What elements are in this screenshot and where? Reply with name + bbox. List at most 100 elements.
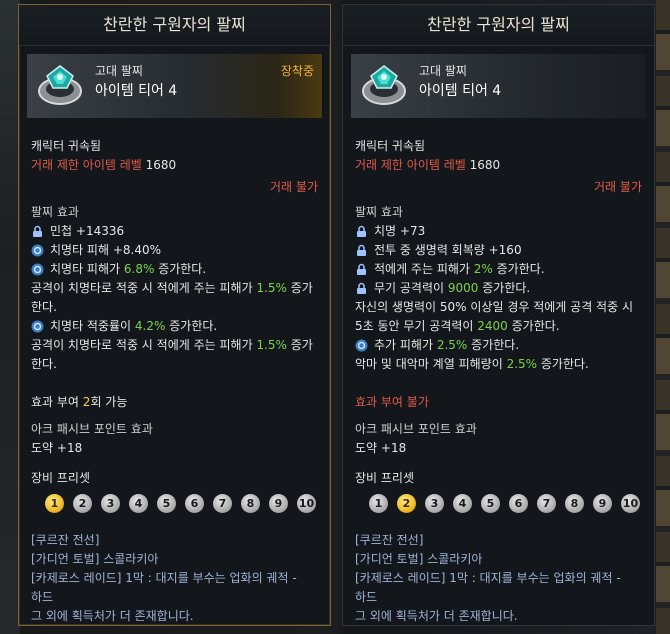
reroll-icon — [355, 339, 368, 352]
reroll-icon — [31, 320, 44, 333]
preset-button-4[interactable]: 4 — [453, 494, 472, 513]
effect-text: 전투 중 생명력 회복량 +160 — [374, 243, 522, 257]
effect-desc: 공격이 치명타로 적중 시 적에게 주는 피해가 1.5% 증가 — [31, 281, 313, 295]
preset-button-2[interactable]: 2 — [397, 494, 416, 513]
preset-title: 장비 프리셋 — [31, 471, 91, 485]
source-item: 하드 — [31, 590, 54, 604]
lock-icon — [357, 263, 366, 275]
preset-button-8[interactable]: 8 — [565, 494, 584, 513]
preset-button-2[interactable]: 2 — [73, 494, 92, 513]
bound-text: 캐릭터 귀속됨 — [31, 139, 102, 153]
lock-icon — [33, 225, 42, 237]
preset-button-3[interactable]: 3 — [101, 494, 120, 513]
reroll-icon — [31, 263, 44, 276]
equipment-preset: 장비 프리셋 1 2 3 4 5 6 7 8 9 10 — [31, 469, 318, 513]
effect-desc-cont: 한다. — [31, 300, 57, 314]
effect-line: 민첩 +14336 — [31, 222, 318, 241]
preset-button-1[interactable]: 1 — [45, 494, 64, 513]
bracelet-icon — [362, 65, 406, 105]
effect-desc: 자신의 생명력이 50% 이상일 경우 적에게 공격 적중 시 — [355, 300, 633, 314]
tooltip-equipped-bracelet: 찬란한 구원자의 팔찌 고대 팔찌 아이템 티어 4 장착중 캐릭터 귀속됨 거… — [18, 4, 331, 626]
trade-level-label: 거래 제한 아이템 레벨 — [31, 158, 142, 172]
effect-text: 추가 피해가 2.5% 증가한다. — [374, 338, 520, 352]
effect-line: 적에게 주는 피해가 2% 증가한다. — [355, 260, 642, 279]
item-grade: 고대 팔찌 — [95, 64, 143, 78]
preset-button-8[interactable]: 8 — [241, 494, 260, 513]
tooltip-compare-bracelet: 찬란한 구원자의 팔찌 고대 팔찌 아이템 티어 4 캐릭터 귀속됨 거래 제한… — [342, 4, 655, 626]
ark-passive: 아크 패시브 포인트 효과 도약 +18 — [31, 420, 318, 458]
preset-button-7[interactable]: 7 — [537, 494, 556, 513]
source-item: [가디언 토벌] 스콜라키아 — [355, 552, 483, 566]
effect-line: 치명타 피해 +8.40% — [31, 241, 318, 260]
preset-button-5[interactable]: 5 — [157, 494, 176, 513]
effect-desc-cont: 한다. — [31, 357, 57, 371]
effect-line: 전투 중 생명력 회복량 +160 — [355, 241, 642, 260]
preset-button-7[interactable]: 7 — [213, 494, 232, 513]
item-tier: 아이템 티어 4 — [419, 83, 502, 99]
item-tier: 아이템 티어 4 — [95, 83, 178, 99]
preset-button-3[interactable]: 3 — [425, 494, 444, 513]
source-item: 하드 — [355, 590, 378, 604]
preset-title: 장비 프리셋 — [355, 471, 415, 485]
bracelet-effects: 팔찌 효과 민첩 +14336 치명타 피해 +8.40% 치명타 피해가 6.… — [31, 203, 318, 374]
item-title: 찬란한 구원자의 팔찌 — [343, 5, 654, 46]
effect-desc: 악마 및 대악마 계열 피해량이 2.5% 증가한다. — [355, 357, 589, 371]
effect-text: 치명타 피해가 6.8% 증가한다. — [50, 262, 207, 276]
effect-text: 치명타 피해 +8.40% — [50, 243, 162, 257]
trade-level-value: 1680 — [469, 158, 501, 172]
preset-button-4[interactable]: 4 — [129, 494, 148, 513]
source-item: [쿠르잔 전선] — [355, 533, 424, 547]
item-title: 찬란한 구원자의 팔찌 — [19, 5, 330, 46]
source-item: [가디언 토벌] 스콜라키아 — [31, 552, 159, 566]
ark-value: 도약 +18 — [355, 441, 407, 455]
ark-value: 도약 +18 — [31, 441, 83, 455]
reroll-icon — [31, 244, 44, 257]
source-item: [카제로스 레이드] 1막 : 대지를 부수는 업화의 궤적 - — [355, 571, 621, 585]
acquisition-sources: [쿠르잔 전선] [가디언 토벌] 스콜라키아 [카제로스 레이드] 1막 : … — [31, 531, 318, 626]
source-item: 그 외에 획득처가 더 존재합니다. — [355, 609, 518, 623]
effect-desc: 공격이 치명타로 적중 시 적에게 주는 피해가 1.5% 증가 — [31, 338, 313, 352]
equipment-preset: 장비 프리셋 1 2 3 4 5 6 7 8 9 10 — [355, 469, 642, 513]
effect-text: 치명타 적중률이 4.2% 증가한다. — [50, 319, 218, 333]
item-header: 고대 팔찌 아이템 티어 4 — [351, 54, 646, 118]
effect-line: 치명타 적중률이 4.2% 증가한다. — [31, 317, 318, 336]
ark-title: 아크 패시브 포인트 효과 — [31, 422, 153, 436]
effects-title: 팔찌 효과 — [31, 205, 79, 219]
effect-text: 치명 +73 — [374, 224, 426, 238]
preset-button-9[interactable]: 9 — [269, 494, 288, 513]
equipped-badge: 장착중 — [280, 64, 314, 78]
preset-button-5[interactable]: 5 — [481, 494, 500, 513]
binding-info: 캐릭터 귀속됨 거래 제한 아이템 레벨 1680 거래 불가 — [31, 137, 318, 197]
trade-level-line: 거래 제한 아이템 레벨 1680 — [31, 156, 318, 175]
preset-button-6[interactable]: 6 — [509, 494, 528, 513]
effect-line: 치명타 피해가 6.8% 증가한다. — [31, 260, 318, 279]
binding-info: 캐릭터 귀속됨 거래 제한 아이템 레벨 1680 거래 불가 — [355, 137, 642, 197]
lock-icon — [357, 282, 366, 294]
effect-desc-cont: 5초 동안 무기 공격력이 2400 증가한다. — [355, 319, 560, 333]
item-grade: 고대 팔찌 — [419, 64, 467, 78]
trade-status: 거래 불가 — [270, 180, 318, 194]
preset-button-9[interactable]: 9 — [593, 494, 612, 513]
ark-title: 아크 패시브 포인트 효과 — [355, 422, 477, 436]
effect-text: 적에게 주는 피해가 2% 증가한다. — [374, 262, 545, 276]
trade-level-line: 거래 제한 아이템 레벨 1680 — [355, 156, 642, 175]
lock-icon — [357, 244, 366, 256]
effect-line: 추가 피해가 2.5% 증가한다. — [355, 336, 642, 355]
ark-passive: 아크 패시브 포인트 효과 도약 +18 — [355, 420, 642, 458]
preset-button-10[interactable]: 10 — [621, 494, 640, 513]
preset-button-1[interactable]: 1 — [369, 494, 388, 513]
bracelet-effects: 팔찌 효과 치명 +73 전투 중 생명력 회복량 +160 적에게 주는 피해… — [355, 203, 642, 374]
preset-list: 1 2 3 4 5 6 7 8 9 10 — [369, 494, 642, 513]
bracelet-icon — [38, 65, 82, 105]
grant-info: 효과 부여 불가 — [355, 395, 429, 409]
effect-text: 민첩 +14336 — [50, 224, 125, 238]
source-item: [쿠르잔 전선] — [31, 533, 100, 547]
lock-icon — [357, 225, 366, 237]
preset-button-6[interactable]: 6 — [185, 494, 204, 513]
source-item: [카제로스 레이드] 1막 : 대지를 부수는 업화의 궤적 - — [31, 571, 297, 585]
background-left-strip — [0, 0, 20, 634]
trade-level-value: 1680 — [145, 158, 177, 172]
effects-title: 팔찌 효과 — [355, 205, 403, 219]
preset-button-10[interactable]: 10 — [297, 494, 316, 513]
source-item: 그 외에 획득처가 더 존재합니다. — [31, 609, 194, 623]
